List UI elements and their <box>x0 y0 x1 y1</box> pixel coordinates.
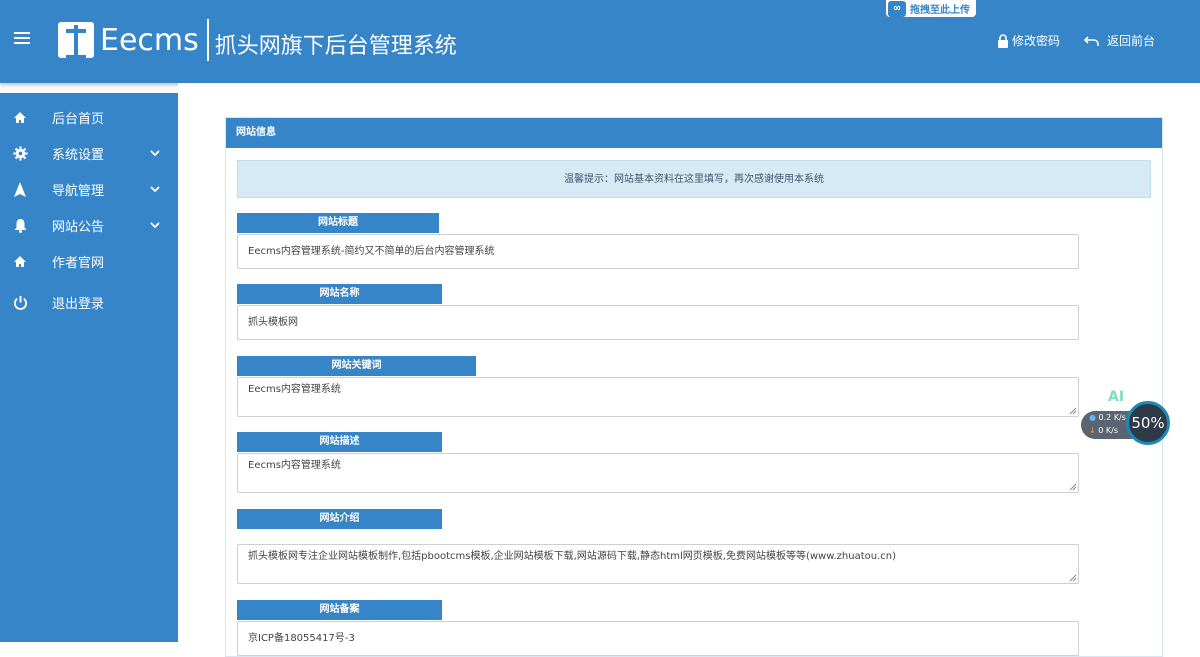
logo-text: Eecms <box>100 22 199 58</box>
bell-icon <box>12 217 28 233</box>
sidebar-item-label: 退出登录 <box>52 296 105 312</box>
chevron-down-icon <box>150 218 160 233</box>
upload-tag-label: 拖拽至此上传 <box>910 5 970 16</box>
sidebar-item-label: 网站公告 <box>52 219 105 235</box>
sidebar-item-dashboard[interactable]: 后台首页 <box>0 99 178 135</box>
logo-divider <box>206 19 209 61</box>
network-speed-widget[interactable]: ● 0.2 K/s ↓ 0 K/s 50% <box>1081 401 1171 445</box>
site-keywords-value: Eecms内容管理系统 <box>248 384 341 395</box>
lock-icon <box>998 33 1008 48</box>
sidebar: 后台首页 系统设置 导航管理 网站公告 作者官网 退出登录 <box>0 93 178 642</box>
field-label-site-description: 网站描述 <box>237 432 442 452</box>
notice-banner: 温馨提示：网站基本资料在这里填写，再次感谢使用本系统 <box>237 160 1151 198</box>
logo-mark-icon <box>58 22 94 59</box>
download-speed: ↓ 0 K/s <box>1089 426 1118 435</box>
upload-drop-tag[interactable]: ∞ 拖拽至此上传 <box>886 0 976 17</box>
power-icon <box>12 294 28 310</box>
top-bar: Eecms 抓头网旗下后台管理系统 ∞ 拖拽至此上传 修改密码 返回前台 <box>0 0 1200 83</box>
change-password-link[interactable]: 修改密码 <box>997 32 1060 49</box>
field-label-site-icp: 网站备案 <box>237 600 442 620</box>
cloud-icon: ∞ <box>888 0 906 17</box>
site-description-value: Eecms内容管理系统 <box>248 460 341 471</box>
panel-title: 网站信息 <box>226 118 1162 148</box>
site-description-textarea[interactable]: Eecms内容管理系统 <box>237 453 1079 493</box>
site-title-input[interactable]: Eecms内容管理系统-简约又不简单的后台内容管理系统 <box>237 234 1079 269</box>
gear-icon <box>12 145 28 161</box>
sidebar-item-navigation[interactable]: 导航管理 <box>0 171 178 207</box>
resize-handle-icon[interactable] <box>1069 483 1077 491</box>
sidebar-item-announcements[interactable]: 网站公告 <box>0 207 178 243</box>
change-password-label: 修改密码 <box>1012 34 1061 48</box>
logo: Eecms 抓头网旗下后台管理系统 <box>58 19 457 61</box>
back-to-front-label: 返回前台 <box>1107 34 1156 48</box>
sidebar-item-label: 系统设置 <box>52 147 105 163</box>
percent-gauge: 50% <box>1126 401 1170 445</box>
sidebar-item-logout[interactable]: 退出登录 <box>0 284 178 320</box>
home-icon <box>12 109 28 125</box>
field-label-site-title: 网站标题 <box>237 213 439 233</box>
site-intro-textarea[interactable]: 抓头模板网专注企业网站模板制作,包括pbootcms模板,企业网站模板下载,网站… <box>237 544 1079 584</box>
field-label-site-name: 网站名称 <box>237 284 442 304</box>
sidebar-item-system-settings[interactable]: 系统设置 <box>0 135 178 171</box>
resize-handle-icon[interactable] <box>1069 574 1077 582</box>
back-to-front-link[interactable]: 返回前台 <box>1084 32 1155 49</box>
main-content: 网站信息 温馨提示：网站基本资料在这里填写，再次感谢使用本系统 网站标题 Eec… <box>178 83 1200 657</box>
sidebar-item-label: 作者官网 <box>52 255 105 271</box>
site-keywords-textarea[interactable]: Eecms内容管理系统 <box>237 377 1079 417</box>
sidebar-item-author-site[interactable]: 作者官网 <box>0 243 178 279</box>
chevron-down-icon <box>150 182 160 197</box>
sidebar-item-label: 导航管理 <box>52 183 105 199</box>
navigation-arrow-icon <box>12 181 28 197</box>
upload-speed: ● 0.2 K/s <box>1089 413 1126 422</box>
home-icon <box>12 253 28 269</box>
site-info-panel: 网站信息 温馨提示：网站基本资料在这里填写，再次感谢使用本系统 网站标题 Eec… <box>225 117 1163 657</box>
chevron-down-icon <box>150 146 160 161</box>
field-label-site-intro: 网站介绍 <box>237 509 442 529</box>
site-icp-input[interactable]: 京ICP备18055417号-3 <box>237 621 1079 656</box>
site-name-input[interactable]: 抓头模板网 <box>237 305 1079 340</box>
sidebar-item-label: 后台首页 <box>52 111 105 127</box>
resize-handle-icon[interactable] <box>1069 407 1077 415</box>
field-label-site-keywords: 网站关键词 <box>237 356 476 376</box>
site-intro-value: 抓头模板网专注企业网站模板制作,包括pbootcms模板,企业网站模板下载,网站… <box>248 551 897 562</box>
system-title: 抓头网旗下后台管理系统 <box>214 34 457 59</box>
undo-arrow-icon <box>1084 35 1099 46</box>
menu-toggle-icon[interactable] <box>14 32 30 46</box>
